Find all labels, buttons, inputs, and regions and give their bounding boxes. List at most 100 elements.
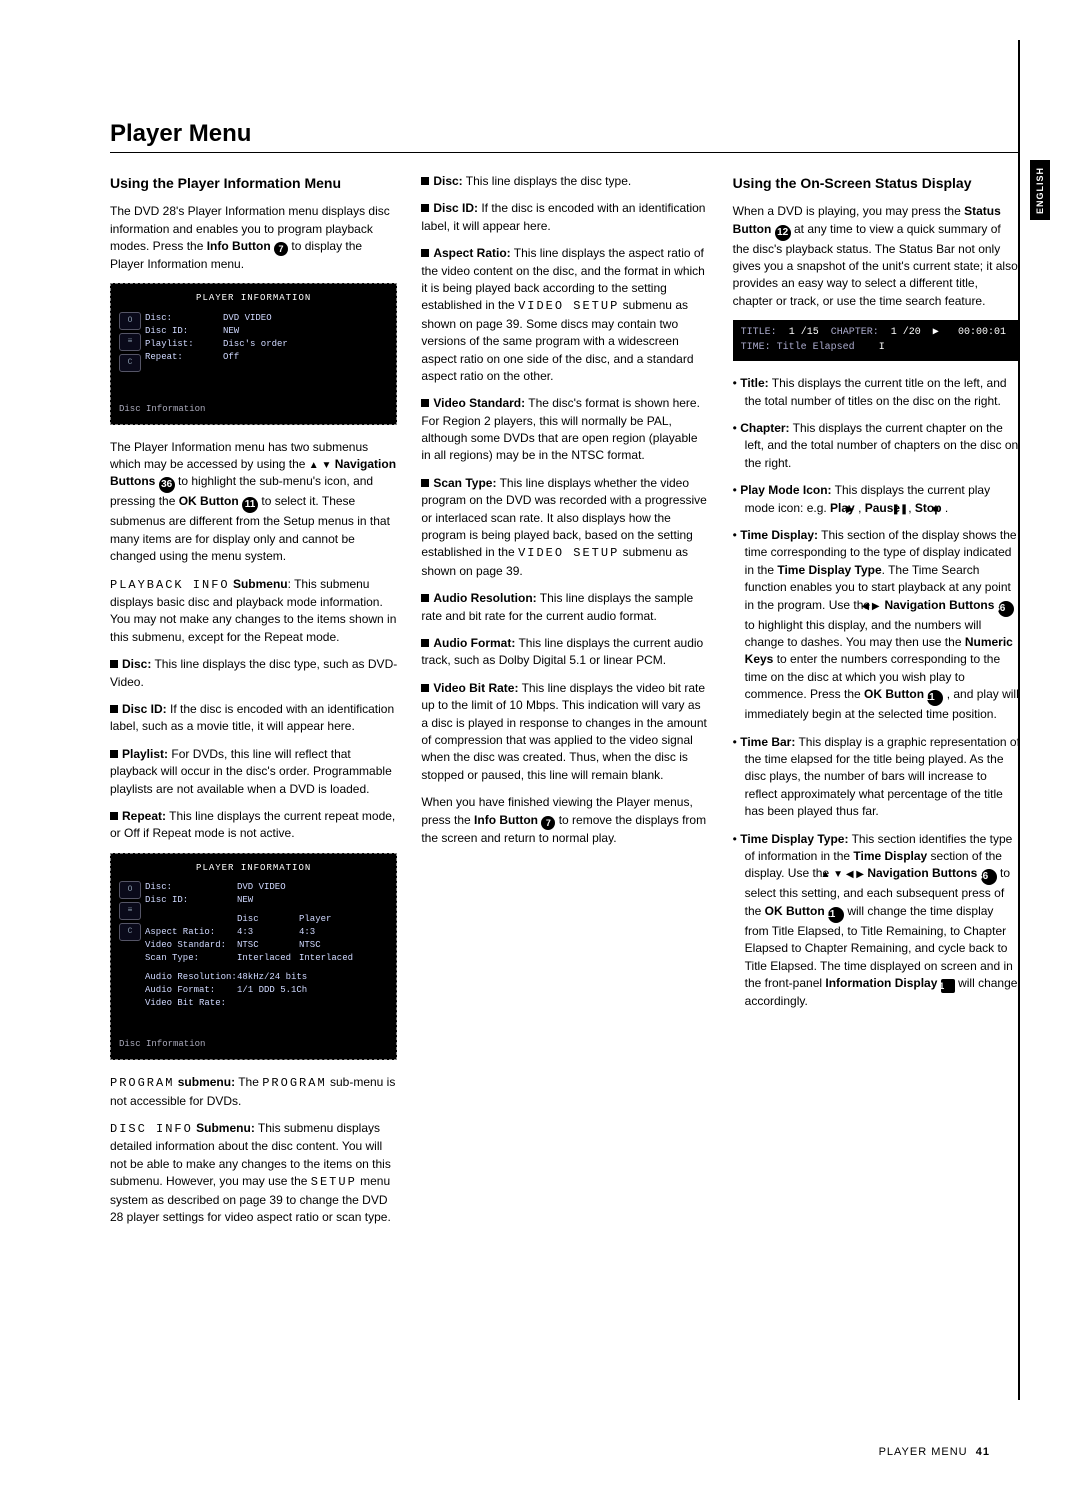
nav-buttons-icon: 36	[981, 869, 997, 885]
osd-v: NEW	[237, 894, 253, 907]
osd-icon: ≡	[119, 333, 141, 351]
osd-k: Video Standard:	[145, 939, 237, 952]
osd-player-info-2: PLAYER INFORMATION O ≡ C Disc:DVD VIDEO …	[110, 853, 397, 1061]
col-1: Using the Player Information Menu The DV…	[110, 173, 397, 1236]
osd-v: Interlaced	[299, 952, 361, 965]
text: Submenu:	[193, 1121, 255, 1135]
osd1-footer: Disc Information	[119, 403, 388, 416]
col1-p1: The DVD 28's Player Information menu dis…	[110, 203, 397, 273]
pause-icon: ❚❚	[903, 503, 908, 518]
osd-k: Disc:	[145, 312, 223, 325]
osd-k: Repeat:	[145, 351, 223, 364]
bullet-icon	[110, 660, 118, 668]
ok-button-icon: 11	[242, 497, 258, 513]
osd-k: Audio Format:	[145, 984, 237, 997]
page-title: Player Menu	[110, 120, 1020, 148]
osd-player-info-1: PLAYER INFORMATION O ≡ C Disc:DVD VIDEO …	[110, 283, 397, 424]
mono-label: PROGRAM	[110, 1076, 174, 1090]
text: Chapter:	[740, 421, 789, 435]
osd-v: DVD VIDEO	[237, 881, 286, 894]
c2-aspect: Aspect Ratio: This line displays the asp…	[421, 245, 708, 385]
osd-icon: C	[119, 354, 141, 372]
status-value: 1 /15	[789, 327, 819, 338]
bullet-icon	[421, 684, 429, 692]
language-tab: ENGLISH	[1030, 160, 1050, 220]
c2-discid: Disc ID: If the disc is encoded with an …	[421, 200, 708, 235]
discinfo-para: DISC INFO Submenu: This submenu displays…	[110, 1120, 397, 1226]
ok-button-label: OK Button	[179, 494, 239, 508]
text: Time Display Type	[777, 563, 881, 577]
c2-vstd: Video Standard: The disc's format is sho…	[421, 395, 708, 465]
osd2-footer: Disc Information	[119, 1038, 388, 1051]
li-playmode: Play Mode Icon: This displays the curren…	[733, 482, 1020, 517]
col3-heading: Using the On-Screen Status Display	[733, 173, 1020, 193]
info-button-label: Info Button	[474, 813, 538, 827]
text: Scan Type:	[433, 476, 496, 490]
osd-v: NEW	[223, 325, 239, 338]
footer-page: 41	[976, 1446, 990, 1458]
col1-heading: Using the Player Information Menu	[110, 173, 397, 193]
ok-button-label: OK Button	[864, 687, 924, 701]
c2-vbr: Video Bit Rate: This line displays the v…	[421, 680, 708, 784]
bullet-icon	[421, 399, 429, 407]
li-chapter: Chapter: This displays the current chapt…	[733, 420, 1020, 472]
osd-k: Video Bit Rate:	[145, 997, 237, 1010]
ok-button-icon: 11	[927, 690, 943, 706]
c2-afmt: Audio Format: This line displays the cur…	[421, 635, 708, 670]
text: Play Mode Icon:	[740, 483, 831, 497]
status-label: TITLE:	[741, 327, 777, 338]
columns: Using the Player Information Menu The DV…	[110, 173, 1020, 1236]
c2-end: When you have finished viewing the Playe…	[421, 794, 708, 847]
info-display-label: Information Display	[825, 976, 937, 990]
osd-h: Player	[299, 913, 361, 926]
text: Title:	[740, 376, 768, 390]
bullet-icon	[110, 705, 118, 713]
bullet-icon	[421, 594, 429, 602]
arrows-icon: ▲ ▼ ◀ ▶	[832, 868, 864, 883]
li-timedisplay: Time Display: This section of the displa…	[733, 527, 1020, 724]
text: Submenu	[230, 577, 288, 591]
osd-v: Disc's order	[223, 338, 288, 351]
margin-rule	[1018, 40, 1020, 1400]
osd-k: Scan Type:	[145, 952, 237, 965]
osd-v: 4:3	[237, 926, 299, 939]
osd-k: Playlist:	[145, 338, 223, 351]
text: This displays the current title on the l…	[745, 376, 1007, 407]
osd-v: NTSC	[299, 939, 361, 952]
status-label: CHAPTER:	[831, 327, 879, 338]
info-display-icon: 1	[941, 979, 955, 993]
osd-k: Audio Resolution:	[145, 971, 237, 984]
osd-v: 48kHz/24 bits	[237, 971, 307, 984]
text: Time Display Type:	[740, 832, 848, 846]
li-title: Title: This displays the current title o…	[733, 375, 1020, 410]
info-button-label: Info Button	[207, 239, 271, 253]
left-right-icon: ◀ ▶	[873, 600, 881, 615]
status-button-icon: 12	[775, 225, 791, 241]
page: ENGLISH Player Menu Using the Player Inf…	[0, 0, 1080, 1488]
time-bar-icon: I	[879, 342, 885, 353]
ok-button-label: OK Button	[765, 904, 825, 918]
program-para: PROGRAM submenu: The PROGRAM sub-menu is…	[110, 1074, 397, 1110]
bullet-icon	[421, 204, 429, 212]
ok-button-icon: 11	[828, 907, 844, 923]
text: Time Display	[853, 849, 927, 863]
osd-v: Off	[223, 351, 239, 364]
mono-label: VIDEO SETUP	[518, 546, 619, 560]
mono-label: SETUP	[311, 1175, 357, 1189]
li-timebar: Time Bar: This display is a graphic repr…	[733, 734, 1020, 821]
info-button-icon: 7	[274, 242, 288, 256]
li-repeat: Repeat: This line displays the current r…	[110, 808, 397, 843]
text: Aspect Ratio:	[433, 246, 510, 260]
status-list: Title: This displays the current title o…	[733, 375, 1020, 1010]
text: Disc ID:	[433, 201, 478, 215]
bullet-icon	[421, 639, 429, 647]
text: to highlight this display, and the numbe…	[745, 618, 982, 649]
bullet-icon	[110, 750, 118, 758]
playback-info-para: PLAYBACK INFO Submenu: This submenu disp…	[110, 576, 397, 647]
nav-buttons-label: Navigation Buttons	[884, 598, 994, 612]
text: Audio Format:	[433, 636, 515, 650]
osd-v: 1/1 DDD 5.1Ch	[237, 984, 307, 997]
nav-buttons-icon: 36	[998, 601, 1014, 617]
title-rule	[110, 152, 1020, 153]
bullet-icon	[421, 249, 429, 257]
